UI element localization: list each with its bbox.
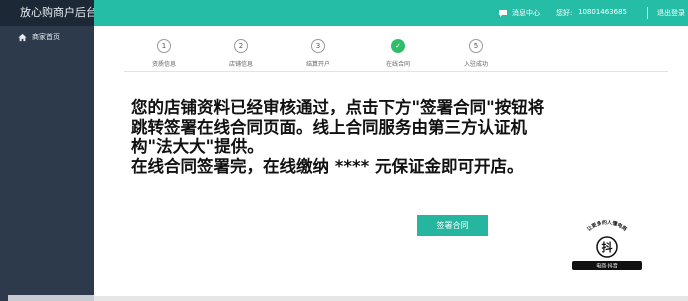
svg-text:抖: 抖 xyxy=(602,240,613,254)
message-center-label: 消息中心 xyxy=(512,9,540,17)
step-circle: 5 xyxy=(469,39,483,53)
notice-line: 在线合同签署完，在线缴纳 **** 元保证金即可开店。 xyxy=(131,156,524,176)
step-circle: 2 xyxy=(234,39,248,53)
step-circle: 1 xyxy=(157,39,171,53)
step-circle: ✓ xyxy=(391,39,405,53)
sidebar-item-home[interactable]: 商家首页 xyxy=(0,28,94,46)
step-settlement: 3 结算开户 xyxy=(288,39,348,68)
watermark-logo: 让更多的人懂电商 抖 电商·抖音 xyxy=(572,219,642,270)
notice-text: 您的店铺资料已经审核通过，点击下方"签署合同"按钮将 跳转签署在线合同页面。线上… xyxy=(131,98,596,176)
step-store-info: 2 店铺信息 xyxy=(211,39,271,68)
message-center-link[interactable]: 消息中心 xyxy=(498,8,540,18)
sidebar: 放心购商户后台 商家首页 xyxy=(0,0,97,301)
message-icon xyxy=(499,9,507,17)
step-circle: 3 xyxy=(311,39,325,53)
step-online-contract: ✓ 在线合同 xyxy=(368,39,428,68)
logout-link[interactable]: 退出登录 xyxy=(657,8,685,18)
user-phone: 10801463685 xyxy=(578,8,627,16)
steps-track xyxy=(124,71,668,72)
step-success: 5 入驻成功 xyxy=(446,39,506,68)
step-label: 店铺信息 xyxy=(228,61,253,68)
sidebar-scrollbar[interactable] xyxy=(8,295,94,301)
brand-title: 放心购商户后台 xyxy=(0,0,97,26)
progress-steps: 1 资质信息 2 店铺信息 3 结算开户 ✓ 在线合同 5 入驻成功 xyxy=(94,26,688,74)
greeting: 您好: xyxy=(556,9,573,17)
topbar: 消息中心 您好: 10801463685 退出登录 xyxy=(94,0,688,26)
divider xyxy=(647,7,648,19)
step-qualification: 1 资质信息 xyxy=(134,39,194,68)
svg-text:电商·抖音: 电商·抖音 xyxy=(596,263,618,270)
svg-text:让更多的人懂电商: 让更多的人懂电商 xyxy=(586,219,629,233)
sign-contract-button[interactable]: 签署合同 xyxy=(417,215,488,236)
notice-line: 构"法大大"提供。 xyxy=(131,137,264,156)
notice-line: 跳转签署在线合同页面。线上合同服务由第三方认证机 xyxy=(131,117,527,137)
step-label: 资质信息 xyxy=(151,61,176,68)
sidebar-item-label: 商家首页 xyxy=(32,33,60,41)
page-scrollbar[interactable] xyxy=(94,296,688,301)
home-icon xyxy=(18,33,27,41)
notice-line: 您的店铺资料已经审核通过，点击下方"签署合同"按钮将 xyxy=(131,98,545,117)
step-label: 结算开户 xyxy=(305,61,330,68)
step-label: 入驻成功 xyxy=(463,61,488,68)
step-label: 在线合同 xyxy=(385,61,410,68)
